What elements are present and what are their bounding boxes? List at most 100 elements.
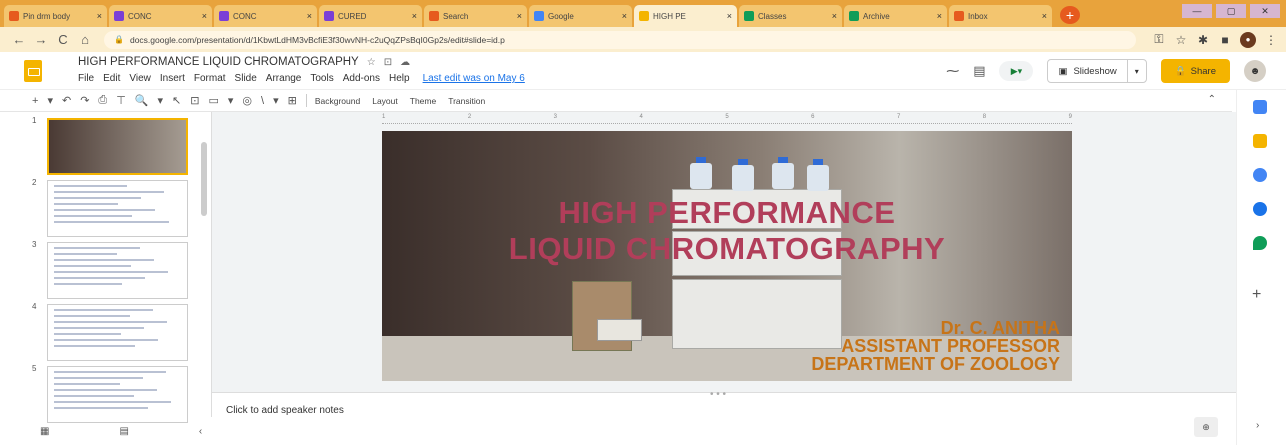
slideshow-button[interactable]: ▣ Slideshow [1048,60,1128,82]
toolbar-tool-icon[interactable]: ▾ [273,94,279,107]
collapse-filmstrip-icon[interactable]: ‹ [199,426,202,437]
browser-tab[interactable]: Google × [529,5,632,27]
author-department[interactable]: DEPARTMENT OF ZOOLOGY [811,354,1060,375]
menu-edit[interactable]: Edit [103,73,120,84]
home-icon[interactable]: ⌂ [74,32,96,47]
slide-thumbnail[interactable] [47,118,188,175]
browser-tab[interactable]: Archive × [844,5,947,27]
tab-close-icon[interactable]: × [934,11,942,21]
menu-tools[interactable]: Tools [310,73,333,84]
toolbar-tool-icon[interactable]: + [32,95,38,107]
media-icon[interactable]: ■ [1218,33,1232,47]
menu-addons[interactable]: Add-ons [343,73,380,84]
tab-close-icon[interactable]: × [829,11,837,21]
collapse-toolbar-icon[interactable]: ⌃ [1208,94,1216,105]
contacts-icon[interactable] [1253,202,1267,216]
bookmark-star-icon[interactable]: ☆ [1174,33,1188,47]
browser-tab[interactable]: Pin drm body × [4,5,107,27]
toolbar-background-button[interactable]: Background [315,96,360,106]
tab-close-icon[interactable]: × [1039,11,1047,21]
grid-view-icon[interactable]: ▦ [40,426,49,437]
notes-resize-handle[interactable]: • • • [710,389,726,400]
menu-arrange[interactable]: Arrange [266,73,302,84]
profile-avatar[interactable]: ● [1240,31,1256,48]
keep-icon[interactable] [1253,134,1267,148]
tab-close-icon[interactable]: × [94,11,102,21]
slide-thumbnail[interactable] [47,180,188,237]
calendar-icon[interactable] [1253,100,1267,114]
toolbar-transition-button[interactable]: Transition [448,96,485,106]
menu-help[interactable]: Help [389,73,410,84]
last-edit-link[interactable]: Last edit was on May 6 [423,73,525,84]
tab-close-icon[interactable]: × [304,11,312,21]
minimize-button[interactable]: — [1182,4,1212,18]
toolbar-tool-icon[interactable]: ▭ [208,94,218,107]
reload-icon[interactable]: C [52,32,74,47]
star-icon[interactable]: ☆ [367,57,376,68]
browser-menu-icon[interactable]: ⋮ [1264,33,1278,47]
slideshow-dropdown-icon[interactable]: ▾ [1128,67,1146,76]
tab-close-icon[interactable]: × [619,11,627,21]
meet-button[interactable]: ▶▾ [999,61,1034,81]
tab-close-icon[interactable]: × [409,11,417,21]
browser-tab[interactable]: Search × [424,5,527,27]
list-view-icon[interactable]: ▤ [119,426,128,437]
extensions-icon[interactable]: ✱ [1196,33,1210,47]
menu-slide[interactable]: Slide [235,73,257,84]
toolbar-tool-icon[interactable]: ▾ [158,94,164,107]
menu-insert[interactable]: Insert [160,73,185,84]
toolbar-tool-icon[interactable]: ↶ [62,94,71,107]
browser-tab[interactable]: Inbox × [949,5,1052,27]
tab-close-icon[interactable]: × [199,11,207,21]
toolbar-tool-icon[interactable]: 🔍 [135,94,149,107]
tab-close-icon[interactable]: × [514,11,522,21]
toolbar-tool-icon[interactable]: ▾ [47,94,53,107]
horizontal-ruler[interactable]: 1 2 3 4 5 6 7 8 9 [382,114,1072,124]
expand-panel-icon[interactable]: › [1256,420,1259,431]
toolbar-layout-button[interactable]: Layout [372,96,398,106]
toolbar-theme-button[interactable]: Theme [410,96,436,106]
url-input[interactable]: 🔒 docs.google.com/presentation/d/1KbwtLd… [104,30,1136,49]
explore-button[interactable]: ⊕ [1194,417,1218,437]
speaker-notes-input[interactable]: Click to add speaker notes [226,405,344,416]
browser-tab[interactable]: Classes × [739,5,842,27]
account-avatar[interactable]: ☻ [1244,60,1266,82]
browser-tab[interactable]: HIGH PE × [634,5,737,27]
slide-title-line2[interactable]: LIQUID CHROMATOGRAPHY [382,231,1072,267]
slides-logo-icon[interactable] [24,60,42,82]
browser-tab[interactable]: CONC × [109,5,212,27]
maximize-button[interactable]: ▢ [1216,4,1246,18]
activity-dashboard-icon[interactable]: ⁓ [946,63,959,79]
add-addon-icon[interactable]: + [1252,286,1261,304]
new-tab-button[interactable]: + [1060,6,1080,24]
browser-tab[interactable]: CONC × [214,5,317,27]
share-button[interactable]: 🔒 Share [1160,59,1230,83]
slide-thumbnail[interactable] [47,242,188,299]
comments-icon[interactable]: ▤ [973,63,985,79]
tasks-icon[interactable] [1253,168,1267,182]
browser-tab[interactable]: CURED × [319,5,422,27]
move-folder-icon[interactable]: ⊡ [384,57,392,68]
slide-thumbnail[interactable] [47,304,188,361]
menu-view[interactable]: View [129,73,151,84]
slide-thumbnail[interactable] [47,366,188,423]
toolbar-tool-icon[interactable]: ◎ [242,94,252,107]
toolbar-tool-icon[interactable]: ↷ [80,94,89,107]
current-slide[interactable]: HIGH PERFORMANCE LIQUID CHROMATOGRAPHY D… [382,131,1072,381]
menu-file[interactable]: File [78,73,94,84]
maps-icon[interactable] [1253,236,1267,250]
menu-format[interactable]: Format [194,73,226,84]
toolbar-tool-icon[interactable]: ⊞ [288,94,297,107]
cloud-status-icon[interactable]: ☁ [400,57,410,68]
toolbar-tool-icon[interactable]: ⎙ [98,94,107,107]
back-icon[interactable]: ← [8,32,30,47]
toolbar-tool-icon[interactable]: ↖ [172,94,181,107]
filmstrip-scrollbar[interactable] [201,142,207,216]
tab-close-icon[interactable]: × [724,11,732,21]
toolbar-tool-icon[interactable]: ▾ [228,94,234,107]
toolbar-tool-icon[interactable]: \ [261,95,264,107]
slide-title-line1[interactable]: HIGH PERFORMANCE [382,195,1072,231]
key-icon[interactable]: ⚿ [1152,32,1166,47]
toolbar-tool-icon[interactable]: ⊤ [116,94,126,107]
document-title[interactable]: HIGH PERFORMANCE LIQUID CHROMATOGRAPHY [78,56,359,68]
